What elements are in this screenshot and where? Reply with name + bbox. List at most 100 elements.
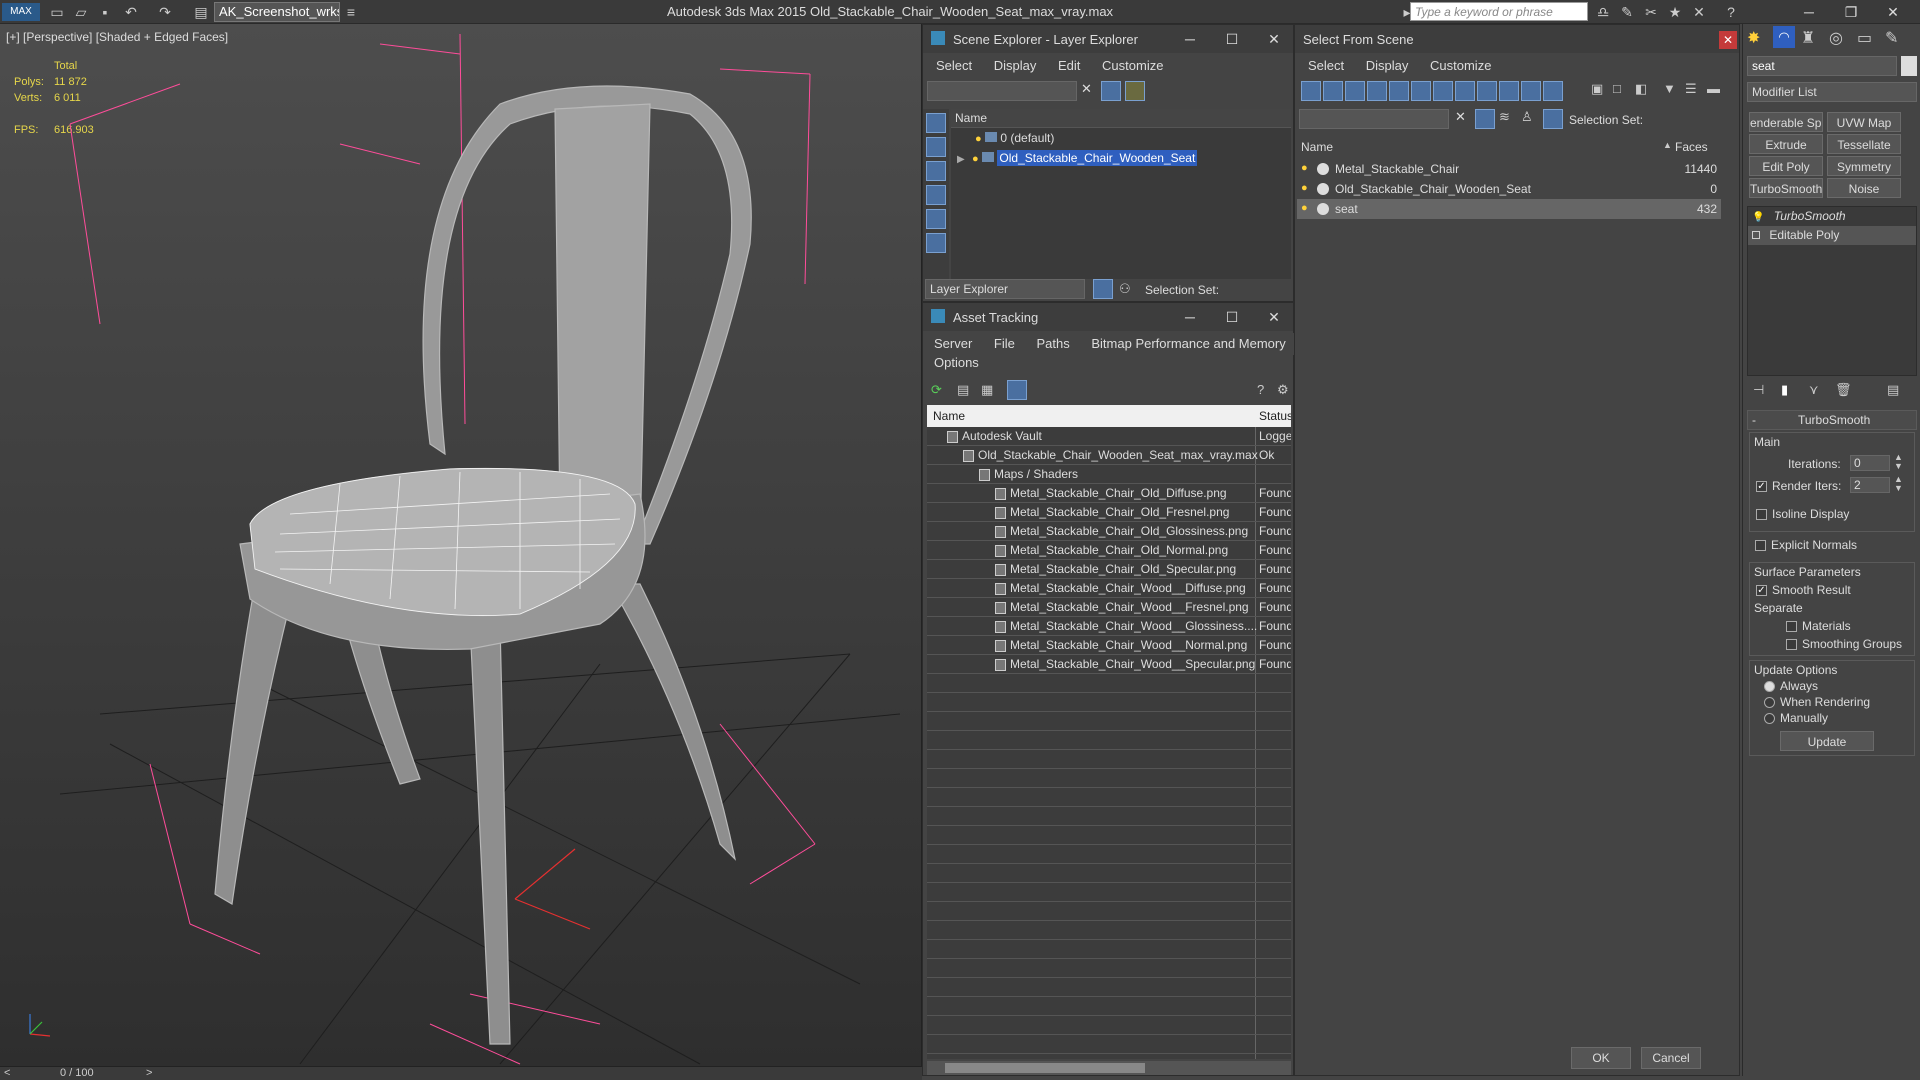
scene-explorer-close-button[interactable]: ✕ xyxy=(1253,25,1295,53)
explicit-normals-checkbox[interactable] xyxy=(1755,540,1766,551)
layer-row-chair[interactable]: ▶ ● Old_Stackable_Chair_Wooden_Seat xyxy=(951,148,1291,168)
remove-modifier-icon[interactable]: 🗑 xyxy=(1835,382,1852,398)
time-prev-icon[interactable]: < xyxy=(4,1067,10,1079)
asset-row[interactable]: Metal_Stackable_Chair_Wood__Specular.png… xyxy=(927,655,1291,674)
minimize-button[interactable]: ─ xyxy=(1788,0,1830,24)
modifier-button-uvw-map[interactable]: UVW Map xyxy=(1827,112,1901,132)
workspace-options-icon[interactable]: ≡ xyxy=(342,3,360,21)
create-tab-icon[interactable]: ✸ xyxy=(1747,28,1760,48)
sfs-col-name[interactable]: Name xyxy=(1301,140,1333,154)
sfs-menu-display[interactable]: Display xyxy=(1357,55,1418,76)
asset-row[interactable]: Metal_Stackable_Chair_Wood__Fresnel.png F… xyxy=(927,598,1291,617)
sfs-layer-icon[interactable]: ≋ xyxy=(1499,109,1510,125)
modifier-button-turbosmooth[interactable]: TurboSmooth xyxy=(1749,178,1823,198)
layer-mode-icon[interactable] xyxy=(1093,279,1113,299)
asset-row[interactable]: Autodesk Vault Logge xyxy=(927,427,1291,446)
asset-row[interactable]: Metal_Stackable_Chair_Wood__Diffuse.png F… xyxy=(927,579,1291,598)
render-iters-checkbox[interactable]: ✓ xyxy=(1756,481,1767,492)
manually-radio[interactable] xyxy=(1764,713,1775,724)
filter-funnel-icon[interactable]: ▼ xyxy=(1663,81,1676,96)
cancel-button[interactable]: Cancel xyxy=(1641,1047,1701,1069)
thumbnail-view-icon[interactable]: ▦ xyxy=(981,382,993,398)
asset-tracking-minimize-button[interactable]: ─ xyxy=(1169,303,1211,331)
asset-row[interactable]: Maps / Shaders xyxy=(927,465,1291,484)
sfs-menu-select[interactable]: Select xyxy=(1299,55,1353,76)
expand-arrow-icon[interactable]: ▶ xyxy=(957,154,965,165)
filter-frozen-icon[interactable] xyxy=(1543,81,1563,101)
modifier-button-symmetry[interactable]: Symmetry xyxy=(1827,156,1901,176)
modifier-on-icon[interactable]: 💡 xyxy=(1752,212,1764,223)
asset-row[interactable]: Metal_Stackable_Chair_Wood__Normal.png Fo… xyxy=(927,636,1291,655)
display-invert-icon[interactable] xyxy=(926,161,946,181)
lightbulb-icon[interactable]: ● xyxy=(975,133,982,145)
layer-column-name[interactable]: Name xyxy=(951,109,1291,128)
help-icon[interactable]: ? xyxy=(1722,3,1740,21)
pin-stack-icon[interactable]: ⊣ xyxy=(1753,382,1764,398)
filter-groups-icon[interactable] xyxy=(1433,81,1453,101)
save-file-icon[interactable]: ▪ xyxy=(96,3,114,21)
asset-menu-options[interactable]: Options xyxy=(925,352,988,373)
redo-icon[interactable]: ↷ xyxy=(156,3,174,21)
search-input[interactable]: Type a keyword or phrase xyxy=(1410,2,1588,21)
close-button[interactable]: ✕ xyxy=(1872,0,1914,24)
show-end-result-icon[interactable]: ▮ xyxy=(1781,382,1788,398)
hierarchy-tab-icon[interactable]: ♜ xyxy=(1801,28,1815,48)
app-logo-icon[interactable]: MAX xyxy=(2,3,40,21)
display-none-icon[interactable] xyxy=(926,113,946,133)
asset-col-name[interactable]: Name xyxy=(933,409,965,423)
smoothing-groups-checkbox[interactable] xyxy=(1786,639,1797,650)
options-icon[interactable]: ▬ xyxy=(1707,81,1720,96)
display-tab-icon[interactable]: ▭ xyxy=(1857,28,1872,48)
filter-cameras-icon[interactable] xyxy=(1367,81,1387,101)
undo-icon[interactable]: ↶ xyxy=(122,3,140,21)
open-file-icon[interactable]: ▱ xyxy=(72,3,90,21)
select-none-icon[interactable]: □ xyxy=(1613,81,1621,96)
asset-row[interactable]: Metal_Stackable_Chair_Old_Glossiness.png… xyxy=(927,522,1291,541)
asset-settings-icon[interactable]: ⚙ xyxy=(1277,382,1289,398)
render-iters-spinner[interactable]: 2 xyxy=(1850,477,1890,493)
object-name-field[interactable]: seat xyxy=(1747,56,1897,76)
isoline-display-checkbox[interactable] xyxy=(1756,509,1767,520)
project-folder-icon[interactable]: ▤ xyxy=(192,3,210,21)
display-influences-icon[interactable] xyxy=(926,209,946,229)
scrollbar-thumb[interactable] xyxy=(945,1063,1145,1073)
new-file-icon[interactable]: ▭ xyxy=(48,3,66,21)
display-all-icon[interactable] xyxy=(926,137,946,157)
favorites-icon[interactable]: ★ xyxy=(1666,3,1684,21)
smooth-result-checkbox[interactable]: ✓ xyxy=(1756,585,1767,596)
motion-tab-icon[interactable]: ◎ xyxy=(1829,28,1843,48)
filter-warps-icon[interactable] xyxy=(1411,81,1431,101)
filter-particles-icon[interactable] xyxy=(1499,81,1519,101)
sfs-object-row[interactable]: ● seat 432 xyxy=(1297,199,1721,219)
filter-bones-icon[interactable] xyxy=(1477,81,1497,101)
list-view-icon[interactable]: ▤ xyxy=(957,382,969,398)
expand-box-icon[interactable] xyxy=(1752,231,1760,239)
when-rendering-radio[interactable] xyxy=(1764,697,1775,708)
asset-horizontal-scrollbar[interactable] xyxy=(927,1061,1291,1075)
asset-menu-server[interactable]: Server xyxy=(925,333,981,354)
sfs-object-row[interactable]: ● Metal_Stackable_Chair 11440 xyxy=(1297,159,1721,179)
sfs-col-faces[interactable]: Faces xyxy=(1675,140,1708,154)
binoculars-icon[interactable]: ♎ xyxy=(1594,3,1612,21)
asset-help-icon[interactable]: ? xyxy=(1257,382,1264,397)
maximize-button[interactable]: ❐ xyxy=(1830,0,1872,24)
ok-button[interactable]: OK xyxy=(1571,1047,1631,1069)
scene-explorer-find-field[interactable] xyxy=(927,81,1077,101)
filter-helpers-icon[interactable] xyxy=(1389,81,1409,101)
subscription-icon[interactable]: ✂ xyxy=(1642,3,1660,21)
utilities-tab-icon[interactable]: ✎ xyxy=(1885,28,1898,48)
make-unique-icon[interactable]: ⋎ xyxy=(1809,382,1819,398)
configure-sets-icon[interactable]: ▤ xyxy=(1887,382,1899,398)
object-color-swatch[interactable] xyxy=(1901,56,1917,76)
modifier-list-dropdown[interactable]: Modifier List xyxy=(1747,82,1917,102)
display-children-icon[interactable] xyxy=(926,185,946,205)
layer-filter-icon[interactable] xyxy=(1125,81,1145,101)
asset-row[interactable]: Metal_Stackable_Chair_Old_Diffuse.png Fou… xyxy=(927,484,1291,503)
render-iters-spinner-arrows-icon[interactable]: ▲ ▼ xyxy=(1894,475,1903,493)
filter-containers-icon[interactable] xyxy=(1521,81,1541,101)
scene-explorer-maximize-button[interactable]: ☐ xyxy=(1211,25,1253,53)
workspace-dropdown[interactable]: AK_Screenshot_wrksp xyxy=(214,2,340,22)
exchange-icon[interactable]: ✕ xyxy=(1690,3,1708,21)
tools-icon[interactable]: ✎ xyxy=(1618,3,1636,21)
asset-tracking-maximize-button[interactable]: ☐ xyxy=(1211,303,1253,331)
